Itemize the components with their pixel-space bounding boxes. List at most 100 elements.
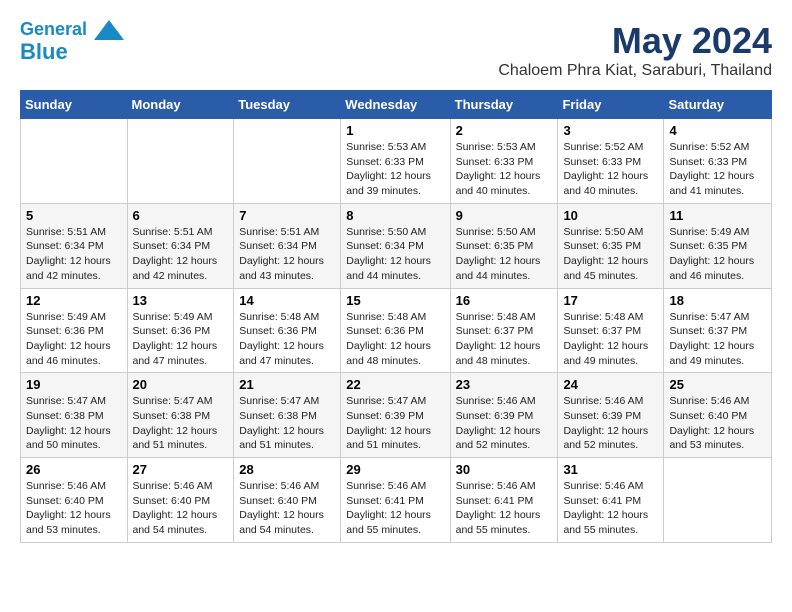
calendar-cell: 16Sunrise: 5:48 AM Sunset: 6:37 PM Dayli…	[450, 288, 558, 373]
logo: General Blue	[20, 20, 124, 64]
day-info: Sunrise: 5:47 AM Sunset: 6:38 PM Dayligh…	[239, 394, 335, 453]
day-number: 26	[26, 462, 122, 477]
calendar-cell: 9Sunrise: 5:50 AM Sunset: 6:35 PM Daylig…	[450, 203, 558, 288]
calendar-cell: 1Sunrise: 5:53 AM Sunset: 6:33 PM Daylig…	[341, 119, 450, 204]
calendar-cell: 15 Sunrise: 5:48 AM Sunset: 6:36 PM Dayli…	[341, 288, 450, 373]
day-number: 11	[669, 208, 766, 223]
day-number: 23	[456, 377, 553, 392]
day-info: Sunrise: 5:46 AM Sunset: 6:39 PM Dayligh…	[456, 394, 553, 453]
calendar-week-row: 12 Sunrise: 5:49 AM Sunset: 6:36 PM Dayli…	[21, 288, 772, 373]
day-number: 25	[669, 377, 766, 392]
calendar-cell: 17 Sunrise: 5:48 AM Sunset: 6:37 PM Dayli…	[558, 288, 664, 373]
day-info: Sunrise: 5:48 AM Sunset: 6:36 PM Dayligh…	[346, 310, 444, 369]
calendar-cell: 27 Sunrise: 5:46 AM Sunset: 6:40 PM Dayli…	[127, 458, 234, 543]
day-number: 4	[669, 123, 766, 138]
day-info: Sunrise: 5:49 AM Sunset: 6:35 PM Dayligh…	[669, 225, 766, 284]
day-number: 6	[133, 208, 229, 223]
day-number: 18	[669, 293, 766, 308]
calendar-cell: 25 Sunrise: 5:46 AM Sunset: 6:40 PM Dayli…	[664, 373, 772, 458]
col-header-wednesday: Wednesday	[341, 91, 450, 119]
logo-blue: Blue	[20, 39, 68, 64]
day-number: 8	[346, 208, 444, 223]
logo-icon	[94, 20, 124, 40]
day-number: 13	[133, 293, 229, 308]
day-info: Sunrise: 5:53 AM Sunset: 6:33 PM Dayligh…	[346, 140, 444, 199]
day-number: 17	[563, 293, 658, 308]
day-info: Sunrise: 5:46 AM Sunset: 6:40 PM Dayligh…	[133, 479, 229, 538]
day-number: 28	[239, 462, 335, 477]
page-header: General Blue May 2024 Chaloem Phra Kiat,…	[20, 20, 772, 80]
day-info: Sunrise: 5:53 AM Sunset: 6:33 PM Dayligh…	[456, 140, 553, 199]
day-number: 2	[456, 123, 553, 138]
day-number: 15	[346, 293, 444, 308]
day-info: Sunrise: 5:49 AM Sunset: 6:36 PM Dayligh…	[26, 310, 122, 369]
day-number: 14	[239, 293, 335, 308]
day-number: 9	[456, 208, 553, 223]
day-number: 24	[563, 377, 658, 392]
day-info: Sunrise: 5:48 AM Sunset: 6:36 PM Dayligh…	[239, 310, 335, 369]
day-number: 7	[239, 208, 335, 223]
day-number: 30	[456, 462, 553, 477]
calendar-cell: 7 Sunrise: 5:51 AM Sunset: 6:34 PM Daylig…	[234, 203, 341, 288]
day-number: 21	[239, 377, 335, 392]
calendar-table: SundayMondayTuesdayWednesdayThursdayFrid…	[20, 90, 772, 543]
day-info: Sunrise: 5:50 AM Sunset: 6:34 PM Dayligh…	[346, 225, 444, 284]
day-info: Sunrise: 5:46 AM Sunset: 6:40 PM Dayligh…	[669, 394, 766, 453]
day-number: 20	[133, 377, 229, 392]
day-number: 10	[563, 208, 658, 223]
calendar-cell: 18 Sunrise: 5:47 AM Sunset: 6:37 PM Dayli…	[664, 288, 772, 373]
day-info: Sunrise: 5:48 AM Sunset: 6:37 PM Dayligh…	[563, 310, 658, 369]
day-number: 12	[26, 293, 122, 308]
col-header-saturday: Saturday	[664, 91, 772, 119]
day-info: Sunrise: 5:52 AM Sunset: 6:33 PM Dayligh…	[669, 140, 766, 199]
day-info: Sunrise: 5:51 AM Sunset: 6:34 PM Dayligh…	[26, 225, 122, 284]
day-info: Sunrise: 5:51 AM Sunset: 6:34 PM Dayligh…	[133, 225, 229, 284]
col-header-sunday: Sunday	[21, 91, 128, 119]
calendar-cell: 26Sunrise: 5:46 AM Sunset: 6:40 PM Dayli…	[21, 458, 128, 543]
calendar-cell	[664, 458, 772, 543]
day-number: 31	[563, 462, 658, 477]
day-info: Sunrise: 5:46 AM Sunset: 6:41 PM Dayligh…	[346, 479, 444, 538]
calendar-cell: 28Sunrise: 5:46 AM Sunset: 6:40 PM Dayli…	[234, 458, 341, 543]
calendar-cell: 14 Sunrise: 5:48 AM Sunset: 6:36 PM Dayli…	[234, 288, 341, 373]
calendar-week-row: 5 Sunrise: 5:51 AM Sunset: 6:34 PM Daylig…	[21, 203, 772, 288]
calendar-cell: 6 Sunrise: 5:51 AM Sunset: 6:34 PM Daylig…	[127, 203, 234, 288]
day-info: Sunrise: 5:47 AM Sunset: 6:37 PM Dayligh…	[669, 310, 766, 369]
calendar-cell: 11 Sunrise: 5:49 AM Sunset: 6:35 PM Dayli…	[664, 203, 772, 288]
calendar-cell: 22 Sunrise: 5:47 AM Sunset: 6:39 PM Dayli…	[341, 373, 450, 458]
calendar-cell	[234, 119, 341, 204]
calendar-cell: 2 Sunrise: 5:53 AM Sunset: 6:33 PM Daylig…	[450, 119, 558, 204]
calendar-cell: 10 Sunrise: 5:50 AM Sunset: 6:35 PM Dayli…	[558, 203, 664, 288]
day-number: 22	[346, 377, 444, 392]
calendar-cell: 13 Sunrise: 5:49 AM Sunset: 6:36 PM Dayli…	[127, 288, 234, 373]
day-info: Sunrise: 5:51 AM Sunset: 6:34 PM Dayligh…	[239, 225, 335, 284]
calendar-cell: 20Sunrise: 5:47 AM Sunset: 6:38 PM Dayli…	[127, 373, 234, 458]
day-info: Sunrise: 5:50 AM Sunset: 6:35 PM Dayligh…	[563, 225, 658, 284]
day-number: 19	[26, 377, 122, 392]
calendar-week-row: 26 Sunrise: 5:46 AM Sunset: 6:40 PM Dayli…	[21, 458, 772, 543]
day-info: Sunrise: 5:47 AM Sunset: 6:39 PM Dayligh…	[346, 394, 444, 453]
calendar-cell: 31Sunrise: 5:46 AM Sunset: 6:41 PM Dayli…	[558, 458, 664, 543]
calendar-cell: 30 Sunrise: 5:46 AM Sunset: 6:41 PM Dayli…	[450, 458, 558, 543]
col-header-tuesday: Tuesday	[234, 91, 341, 119]
calendar-cell	[127, 119, 234, 204]
day-number: 27	[133, 462, 229, 477]
day-info: Sunrise: 5:47 AM Sunset: 6:38 PM Dayligh…	[26, 394, 122, 453]
day-number: 29	[346, 462, 444, 477]
day-number: 16	[456, 293, 553, 308]
subtitle: Chaloem Phra Kiat, Saraburi, Thailand	[498, 62, 772, 80]
calendar-cell: 29 Sunrise: 5:46 AM Sunset: 6:41 PM Dayli…	[341, 458, 450, 543]
calendar-cell	[21, 119, 128, 204]
calendar-cell: 5 Sunrise: 5:51 AM Sunset: 6:34 PM Daylig…	[21, 203, 128, 288]
col-header-thursday: Thursday	[450, 91, 558, 119]
calendar-cell: 21 Sunrise: 5:47 AM Sunset: 6:38 PM Dayli…	[234, 373, 341, 458]
day-number: 3	[563, 123, 658, 138]
day-number: 5	[26, 208, 122, 223]
col-header-friday: Friday	[558, 91, 664, 119]
calendar-cell: 4 Sunrise: 5:52 AM Sunset: 6:33 PM Daylig…	[664, 119, 772, 204]
calendar-cell: 12 Sunrise: 5:49 AM Sunset: 6:36 PM Dayli…	[21, 288, 128, 373]
day-info: Sunrise: 5:46 AM Sunset: 6:41 PM Dayligh…	[456, 479, 553, 538]
calendar-week-row: 1Sunrise: 5:53 AM Sunset: 6:33 PM Daylig…	[21, 119, 772, 204]
day-info: Sunrise: 5:52 AM Sunset: 6:33 PM Dayligh…	[563, 140, 658, 199]
day-info: Sunrise: 5:49 AM Sunset: 6:36 PM Dayligh…	[133, 310, 229, 369]
